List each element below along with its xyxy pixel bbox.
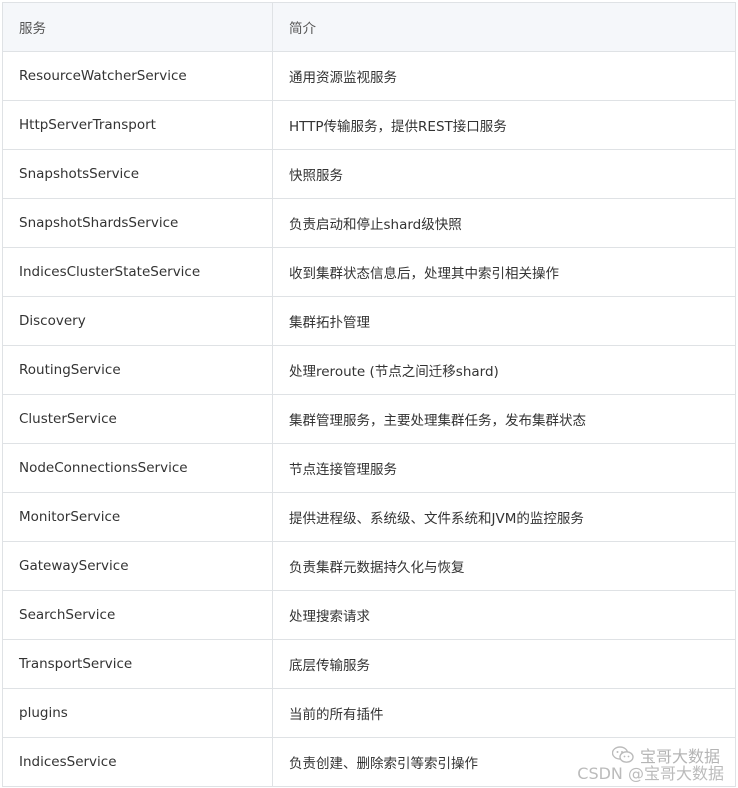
service-description: 集群拓扑管理 <box>272 296 736 346</box>
table-row: NodeConnectionsService 节点连接管理服务 <box>2 443 736 493</box>
service-description: 快照服务 <box>272 149 736 199</box>
service-name: NodeConnectionsService <box>2 443 273 493</box>
table-row: TransportService 底层传输服务 <box>2 639 736 689</box>
service-name: RoutingService <box>2 345 273 395</box>
table-row: HttpServerTransport HTTP传输服务，提供REST接口服务 <box>2 100 736 150</box>
service-description: 提供进程级、系统级、文件系统和JVM的监控服务 <box>272 492 736 542</box>
service-name: IndicesClusterStateService <box>2 247 273 297</box>
table-row: GatewayService 负责集群元数据持久化与恢复 <box>2 541 736 591</box>
service-name: Discovery <box>2 296 273 346</box>
service-description: 当前的所有插件 <box>272 688 736 738</box>
table-row: SnapshotsService 快照服务 <box>2 149 736 199</box>
table-row: IndicesClusterStateService 收到集群状态信息后，处理其… <box>2 247 736 297</box>
table-row: ClusterService 集群管理服务，主要处理集群任务，发布集群状态 <box>2 394 736 444</box>
service-name: IndicesService <box>2 737 273 787</box>
service-name: SearchService <box>2 590 273 640</box>
service-name: MonitorService <box>2 492 273 542</box>
service-description: 集群管理服务，主要处理集群任务，发布集群状态 <box>272 394 736 444</box>
table-row: Discovery 集群拓扑管理 <box>2 296 736 346</box>
service-name: HttpServerTransport <box>2 100 273 150</box>
service-name: SnapshotsService <box>2 149 273 199</box>
table-row: MonitorService 提供进程级、系统级、文件系统和JVM的监控服务 <box>2 492 736 542</box>
csdn-watermark: CSDN @宝哥大数据 <box>577 764 724 783</box>
service-name: SnapshotShardsService <box>2 198 273 248</box>
table-row: RoutingService 处理reroute (节点之间迁移shard) <box>2 345 736 395</box>
header-service: 服务 <box>2 2 273 52</box>
service-name: ResourceWatcherService <box>2 51 273 101</box>
service-description: 收到集群状态信息后，处理其中索引相关操作 <box>272 247 736 297</box>
service-description: 负责启动和停止shard级快照 <box>272 198 736 248</box>
services-table-container: 服务 简介 ResourceWatcherService 通用资源监视服务 Ht… <box>2 2 736 787</box>
service-name: ClusterService <box>2 394 273 444</box>
table-row: plugins 当前的所有插件 <box>2 688 736 738</box>
service-description: 底层传输服务 <box>272 639 736 689</box>
service-description: 负责集群元数据持久化与恢复 <box>272 541 736 591</box>
service-name: GatewayService <box>2 541 273 591</box>
header-description: 简介 <box>272 2 736 52</box>
service-description: 节点连接管理服务 <box>272 443 736 493</box>
service-name: plugins <box>2 688 273 738</box>
table-row: SnapshotShardsService 负责启动和停止shard级快照 <box>2 198 736 248</box>
services-table: 服务 简介 ResourceWatcherService 通用资源监视服务 Ht… <box>2 2 736 787</box>
service-description: 处理搜索请求 <box>272 590 736 640</box>
service-description: 处理reroute (节点之间迁移shard) <box>272 345 736 395</box>
table-header-row: 服务 简介 <box>2 2 736 52</box>
service-name: TransportService <box>2 639 273 689</box>
table-row: SearchService 处理搜索请求 <box>2 590 736 640</box>
service-description: HTTP传输服务，提供REST接口服务 <box>272 100 736 150</box>
service-description: 通用资源监视服务 <box>272 51 736 101</box>
table-row: ResourceWatcherService 通用资源监视服务 <box>2 51 736 101</box>
